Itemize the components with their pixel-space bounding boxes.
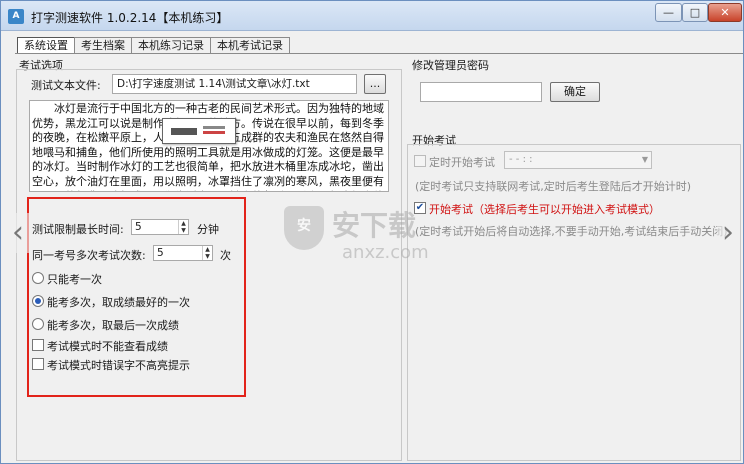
chevron-right-icon[interactable]: › [717, 213, 739, 253]
maximize-button[interactable]: □ [682, 3, 708, 22]
title-bar[interactable]: A 打字测速软件 1.0.2.14【本机练习】 — □ ✕ [1, 1, 743, 31]
watermark-en: anxz.com [342, 242, 429, 263]
timed-start-value: - - : : [509, 154, 533, 165]
test-file-path-input[interactable]: D:\打字速度测试 1.14\测试文章\冰灯.txt [112, 74, 357, 94]
close-button[interactable]: ✕ [708, 3, 742, 22]
tab-exam-records[interactable]: 本机考试记录 [210, 37, 290, 54]
chevron-down-icon[interactable]: ▼ [642, 152, 648, 168]
test-file-label: 测试文本文件: [31, 79, 101, 92]
app-icon: A [8, 9, 24, 24]
chevron-left-icon[interactable]: ‹ [7, 213, 29, 253]
browse-button[interactable]: ... [364, 74, 386, 94]
admin-password-input[interactable] [420, 82, 542, 102]
timed-start-datetime[interactable]: - - : : ▼ [504, 151, 652, 169]
minimize-button[interactable]: — [655, 3, 682, 22]
site-watermark: 安 安下载 anxz.com [284, 202, 474, 272]
window-title: 打字测速软件 1.0.2.14【本机练习】 [31, 11, 229, 25]
checkbox-timed-start[interactable] [414, 155, 426, 167]
tab-system-settings[interactable]: 系统设置 [17, 37, 75, 54]
watermark-cn: 安下载 [332, 209, 417, 242]
test-text-area[interactable]: 冰灯是流行于中国北方的一种古老的民间艺术形式。因为独特的地域优势，黑龙江可以说是… [29, 100, 389, 192]
tab-practice-records[interactable]: 本机练习记录 [131, 37, 211, 54]
confirm-password-button[interactable]: 确定 [550, 82, 600, 102]
annotation-highlight-box [27, 197, 246, 397]
timed-start-note: (定时考试只支持联网考试,定时后考生登陆后才开始计时) [415, 180, 692, 193]
timed-start-label: 定时开始考试 [429, 156, 495, 169]
shield-icon: 安 [284, 206, 324, 250]
preview-popup [162, 118, 236, 144]
tab-divider [15, 53, 743, 54]
test-text-content: 冰灯是流行于中国北方的一种古老的民间艺术形式。因为独特的地域优势，黑龙江可以说是… [32, 102, 384, 191]
tab-student-records[interactable]: 考生档案 [74, 37, 132, 54]
tab-bar: 系统设置 考生档案 本机练习记录 本机考试记录 [17, 37, 290, 54]
app-window: A 打字测速软件 1.0.2.14【本机练习】 — □ ✕ 系统设置 考生档案 … [0, 0, 744, 464]
admin-password-title: 修改管理员密码 [412, 59, 489, 72]
